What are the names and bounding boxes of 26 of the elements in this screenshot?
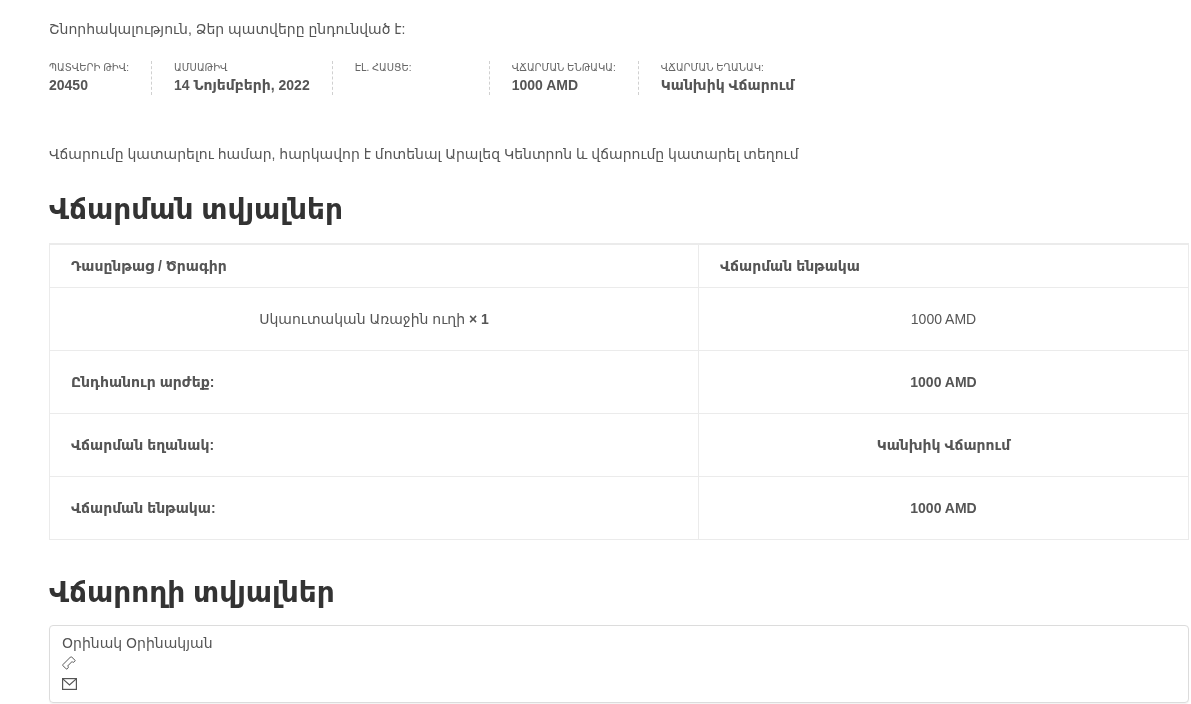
order-detail-label: ԷԼ. ՀԱՍՑԵ: <box>354 61 413 74</box>
section-heading: Վճարման տվյալներ <box>49 193 344 227</box>
mail-icon <box>62 677 77 690</box>
order-detail-label: ԱՄՍԱԹԻՎ <box>174 61 229 74</box>
total-label-cell: Վճարման ենթակա: <box>49 476 699 540</box>
column-header: Դասընթաց / Ծրագիր <box>49 244 699 288</box>
order-detail-label: ՊԱՏՎԵՐԻ ԹԻՎ: <box>49 61 129 74</box>
phone-icon <box>62 655 76 670</box>
payment-note: Վճարումը կատարելու համար, հարկավոր է մոտենալ Արալեզ Կենտրոն և վճարումը կատարել տեղում <box>49 145 800 164</box>
column-header: Վճարման ենթակա <box>698 244 1189 288</box>
total-label-cell: Վճարման եղանակ: <box>49 413 699 477</box>
total-value-cell: 1000 AMD <box>698 350 1189 414</box>
order-detail-value: Կանխիկ Վճարում <box>660 76 795 94</box>
order-detail-value: 14 Նոյեմբերի, 2022 <box>174 76 310 94</box>
total-value-cell: Կանխիկ Վճարում <box>698 413 1189 477</box>
order-detail-label: ՎՃԱՐՄԱՆ ԵՂԱՆԱԿ: <box>660 61 765 74</box>
product-cell: Սկաուտական Առաջին ուղի × 1 <box>49 287 699 351</box>
amount-cell: 1000 AMD <box>698 287 1189 351</box>
order-detail-value: 1000 AMD <box>511 76 580 94</box>
total-label-cell: Ընդհանուր արժեք: <box>49 350 699 414</box>
confirmation-message: Շնորհակալություն, Ձեր պատվերը ընդունված է: <box>49 20 407 39</box>
total-value-cell: 1000 AMD <box>698 476 1189 540</box>
order-detail-label: ՎՃԱՐՄԱՆ ԵՆԹԱԿԱ: <box>511 61 616 74</box>
order-detail-value: 20450 <box>49 76 89 94</box>
section-heading: Վճարողի տվյալներ <box>49 576 336 610</box>
payer-name: Օրինակ Օրինակյան <box>62 634 213 652</box>
